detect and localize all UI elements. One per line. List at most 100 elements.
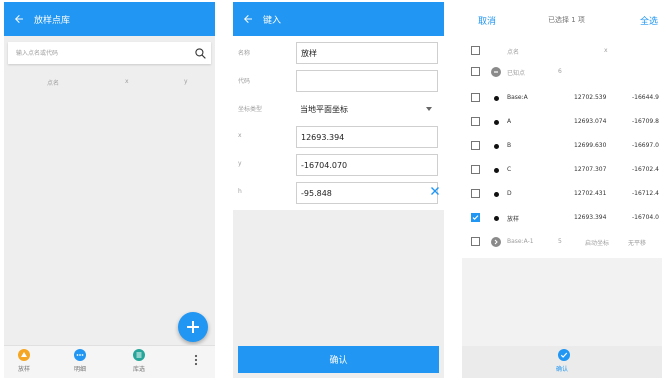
row-x: 12707.307: [574, 166, 607, 173]
row-checkbox[interactable]: [471, 165, 480, 174]
table-row[interactable]: A 12693.074 -16709.8: [462, 111, 662, 135]
group-count: 6: [558, 68, 562, 75]
row-y: -16712.4: [632, 190, 659, 197]
table-row[interactable]: C 12707.307 -16702.4: [462, 159, 662, 183]
page-title: 放样点库: [34, 15, 71, 26]
group-checkbox[interactable]: [471, 237, 480, 246]
point-dot-icon: [494, 144, 499, 149]
nav-label: 库选: [132, 366, 145, 373]
nav-label: 明细: [73, 366, 86, 373]
row-checkbox[interactable]: [471, 141, 480, 150]
add-point-button[interactable]: [178, 312, 208, 342]
column-x: x: [125, 78, 129, 85]
confirm-button[interactable]: 确认: [238, 346, 439, 373]
app-bar: 放样点库: [4, 2, 215, 36]
row-name: 放样: [507, 216, 520, 223]
coord-type-select[interactable]: 当地平面坐标: [296, 98, 438, 120]
group-row-known-points[interactable]: 已知点 6: [462, 61, 662, 85]
selection-toolbar: 取消 已选择 1 项 全选: [462, 2, 662, 40]
row-x: 12702.539: [574, 94, 607, 101]
back-arrow-icon[interactable]: [4, 2, 34, 36]
row-x: 12699.630: [574, 142, 607, 149]
row-name: C: [507, 166, 512, 173]
row-x: 12693.394: [574, 214, 607, 221]
table-row[interactable]: D 12702.431 -16712.4: [462, 183, 662, 207]
nav-item-stakeout[interactable]: 放样: [4, 349, 44, 373]
row-name: A: [507, 118, 512, 125]
row-y: -16697.0: [632, 142, 659, 149]
search-icon[interactable]: [189, 42, 211, 64]
point-dot-icon: [494, 96, 499, 101]
point-dot-icon: [494, 192, 499, 197]
name-label: 名称: [238, 50, 251, 57]
app-bar: 键入: [233, 2, 444, 36]
coord-type-value: 当地平面坐标: [300, 104, 348, 114]
select-all-button[interactable]: 全选: [640, 14, 658, 27]
row-y: -16644.9: [632, 94, 659, 101]
details-icon: [74, 349, 86, 361]
x-label: x: [238, 132, 242, 139]
group-checkbox[interactable]: [471, 67, 480, 76]
header-checkbox[interactable]: [471, 46, 480, 55]
base-no-translation: 无平移: [628, 240, 647, 247]
expand-icon[interactable]: [491, 237, 501, 247]
h-label: h: [238, 188, 242, 195]
row-checkbox[interactable]: [471, 117, 480, 126]
group-row-base[interactable]: Base:A-1 5 启动坐标 无平移: [462, 231, 662, 255]
nav-label: 放样: [17, 366, 30, 373]
selection-count: 已选择 1 项: [548, 16, 585, 24]
plus-icon: [187, 321, 199, 333]
confirm-label[interactable]: 确认: [556, 364, 568, 373]
check-icon: [472, 215, 479, 221]
nav-item-library-select[interactable]: 库选: [119, 349, 159, 373]
more-menu-icon[interactable]: [176, 354, 215, 366]
point-list: 点名 x 已知点 6 Base:A 12702.539 -16644.9 A 1…: [462, 40, 662, 258]
page-title: 键入: [263, 15, 282, 26]
field-row-h: h: [233, 179, 444, 205]
clear-icon[interactable]: [430, 186, 440, 196]
row-y: -16702.4: [632, 166, 659, 173]
header-x: x: [604, 47, 608, 54]
table-row[interactable]: Base:A 12702.539 -16644.9: [462, 87, 662, 111]
base-name: Base:A-1: [507, 238, 534, 245]
search-input[interactable]: [8, 48, 189, 58]
column-name: 点名: [47, 80, 60, 87]
row-checkbox[interactable]: [471, 93, 480, 102]
point-dot-icon: [494, 168, 499, 173]
header-name: 点名: [507, 49, 520, 56]
row-checkbox-checked[interactable]: [471, 213, 480, 222]
row-name: D: [507, 190, 512, 197]
y-label: y: [238, 160, 242, 167]
code-field[interactable]: [296, 70, 438, 92]
coord-type-label: 坐标类型: [238, 106, 263, 113]
row-name: Base:A: [507, 94, 528, 101]
row-y: -16709.8: [632, 118, 659, 125]
collapse-icon[interactable]: [491, 67, 501, 77]
field-row-coord-type: 坐标类型 当地平面坐标: [233, 95, 444, 121]
manual-input-screen: 键入 名称 代码 坐标类型 当地平面坐标 x y h: [233, 2, 444, 378]
h-field[interactable]: [296, 182, 438, 204]
base-count: 5: [558, 238, 562, 245]
cancel-button[interactable]: 取消: [478, 14, 496, 27]
x-field[interactable]: [296, 126, 438, 148]
row-y: -16704.0: [632, 214, 659, 221]
row-checkbox[interactable]: [471, 189, 480, 198]
search-bar: [8, 42, 211, 64]
nav-item-details[interactable]: 明细: [60, 349, 100, 373]
code-label: 代码: [238, 78, 251, 85]
column-header: 点名 x y: [4, 74, 215, 90]
table-row[interactable]: 放样 12693.394 -16704.0: [462, 207, 662, 231]
point-dot-icon: [494, 216, 499, 221]
back-arrow-icon[interactable]: [233, 2, 263, 36]
column-y: y: [184, 78, 188, 85]
field-row-code: 代码: [233, 67, 444, 93]
name-field[interactable]: [296, 42, 438, 64]
bottom-navigation: 放样 明细 库选: [4, 345, 215, 378]
table-row[interactable]: B 12699.630 -16697.0: [462, 135, 662, 159]
group-label: 已知点: [507, 70, 526, 77]
y-field[interactable]: [296, 154, 438, 176]
point-dot-icon: [494, 120, 499, 125]
row-name: B: [507, 142, 512, 149]
confirm-check-icon[interactable]: [558, 349, 570, 361]
point-library-screen: 放样点库 点名 x y 放样 明细 库选: [4, 2, 215, 378]
